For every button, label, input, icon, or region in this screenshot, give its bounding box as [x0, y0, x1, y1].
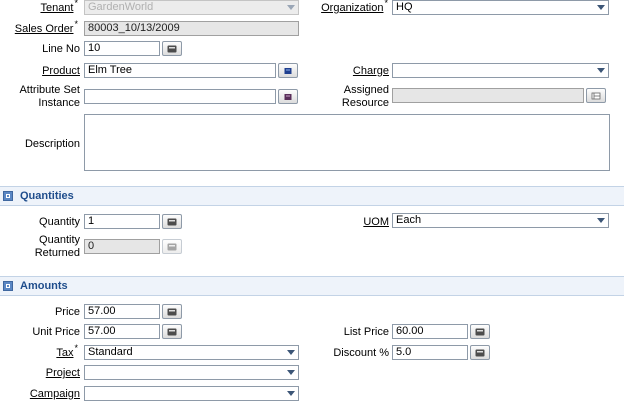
resource-assign-icon[interactable]: [586, 88, 606, 103]
campaign-select[interactable]: [84, 386, 299, 401]
charge-select[interactable]: [392, 63, 609, 78]
chevron-down-icon: [594, 214, 608, 227]
list-price-field[interactable]: 60.00: [392, 324, 468, 339]
chevron-down-icon: [284, 387, 298, 400]
chevron-down-icon: [594, 1, 608, 14]
quantities-title: Quantities: [20, 190, 74, 202]
campaign-label: Campaign: [29, 388, 80, 400]
tenant-label: Tenant*: [40, 0, 78, 14]
quantities-section-header[interactable]: Quantities: [0, 186, 624, 206]
calculator-icon[interactable]: [162, 304, 182, 319]
tenant-select[interactable]: GardenWorld: [84, 0, 299, 15]
sales-order-field[interactable]: 80003_10/13/2009: [84, 21, 299, 36]
charge-label: Charge: [352, 65, 389, 77]
line-no-label: Line No: [42, 43, 80, 55]
organization-label: Organization*: [321, 0, 388, 14]
line-no-field[interactable]: 10: [84, 41, 160, 56]
attribute-set-icon[interactable]: [278, 89, 298, 104]
assigned-resource-field[interactable]: [392, 88, 584, 103]
calculator-icon[interactable]: [470, 345, 490, 360]
uom-select[interactable]: Each: [392, 213, 609, 228]
product-label: Product: [42, 65, 80, 77]
quantity-returned-label: Quantity Returned: [34, 234, 80, 259]
unit-price-label: Unit Price: [32, 326, 80, 338]
collapse-icon[interactable]: [3, 281, 13, 291]
organization-select[interactable]: HQ: [392, 0, 609, 15]
calculator-icon[interactable]: [162, 239, 182, 254]
sales-order-label: Sales Order*: [14, 19, 78, 35]
chevron-down-icon: [594, 64, 608, 77]
calculator-icon[interactable]: [162, 324, 182, 339]
tax-label: Tax*: [56, 343, 78, 359]
tax-select[interactable]: Standard: [84, 345, 299, 360]
description-textarea[interactable]: [84, 114, 610, 171]
chevron-down-icon: [284, 346, 298, 359]
product-field[interactable]: Elm Tree: [84, 63, 276, 78]
price-label: Price: [54, 306, 80, 318]
calculator-icon[interactable]: [162, 41, 182, 56]
assigned-resource-label: Assigned Resource: [341, 84, 389, 109]
project-label: Project: [45, 367, 80, 379]
list-price-label: List Price: [343, 326, 389, 338]
attribute-set-instance-field[interactable]: [84, 89, 276, 104]
quantity-label: Quantity: [39, 216, 80, 228]
search-record-icon[interactable]: [278, 63, 298, 78]
calculator-icon[interactable]: [470, 324, 490, 339]
quantity-field[interactable]: 1: [84, 214, 160, 229]
discount-label: Discount %: [333, 347, 389, 359]
discount-field[interactable]: 5.0: [392, 345, 468, 360]
quantity-returned-field[interactable]: 0: [84, 239, 160, 254]
collapse-icon[interactable]: [3, 191, 13, 201]
project-select[interactable]: [84, 365, 299, 380]
amounts-section-header[interactable]: Amounts: [0, 276, 624, 296]
uom-label: UOM: [363, 216, 389, 228]
chevron-down-icon: [284, 1, 298, 14]
chevron-down-icon: [284, 366, 298, 379]
attribute-set-instance-label: Attribute Set Instance: [19, 84, 80, 109]
price-field[interactable]: 57.00: [84, 304, 160, 319]
description-label: Description: [24, 138, 80, 150]
unit-price-field[interactable]: 57.00: [84, 324, 160, 339]
calculator-icon[interactable]: [162, 214, 182, 229]
amounts-title: Amounts: [20, 280, 68, 292]
